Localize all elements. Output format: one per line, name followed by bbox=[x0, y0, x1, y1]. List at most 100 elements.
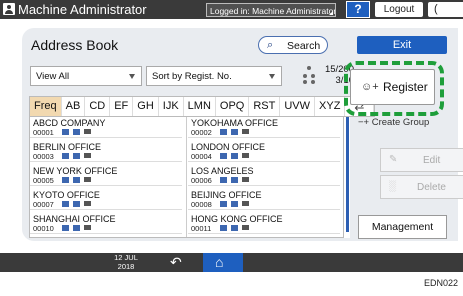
login-status[interactable]: Logged in: Machine Administrator bbox=[206, 3, 336, 17]
folder-icon bbox=[242, 129, 249, 134]
management-button[interactable]: Management bbox=[358, 215, 447, 239]
email-icon bbox=[231, 201, 238, 207]
email-icon bbox=[231, 225, 238, 231]
list-item[interactable]: BERLIN OFFICE 00003 bbox=[30, 141, 182, 162]
folder-icon bbox=[242, 225, 249, 230]
fax-icon bbox=[220, 225, 227, 231]
create-group-label: Create Group bbox=[371, 117, 430, 128]
time-text: 16:23 bbox=[116, 270, 136, 279]
home-button[interactable]: ⌂ bbox=[203, 253, 243, 272]
corner-icon bbox=[329, 11, 333, 15]
email-icon bbox=[231, 153, 238, 159]
search-button[interactable]: ⌕ Search bbox=[258, 36, 328, 54]
list-item[interactable]: KYOTO OFFICE 00007 bbox=[30, 189, 182, 210]
folder-icon bbox=[242, 153, 249, 158]
address-book-panel: Address Book ⌕ Search Exit View All Sort… bbox=[22, 28, 463, 241]
fax-icon bbox=[62, 129, 69, 135]
tab-xyz[interactable]: XYZ bbox=[315, 97, 346, 116]
delete-button[interactable]: ░ Delete bbox=[380, 175, 463, 199]
folder-icon bbox=[84, 177, 91, 182]
list-item[interactable]: ABCD COMPANY 00001 bbox=[30, 117, 182, 138]
tab-ef[interactable]: EF bbox=[110, 97, 134, 116]
tab-freq[interactable]: Freq bbox=[30, 97, 62, 116]
login-status-text: Logged in: Machine Administrator bbox=[210, 6, 336, 16]
index-tabs: Freq AB CD EF GH IJK LMN OPQ RST UVW XYZ… bbox=[29, 96, 376, 117]
add-group-icon: −+ bbox=[358, 117, 372, 128]
folder-icon bbox=[84, 129, 91, 134]
top-bar: Machine Administrator Logged in: Machine… bbox=[0, 0, 463, 19]
list-item[interactable]: YOKOHAMA OFFICE 00002 bbox=[188, 117, 340, 138]
list-item[interactable]: SHANGHAI OFFICE 00010 bbox=[30, 213, 182, 234]
tab-cd[interactable]: CD bbox=[85, 97, 111, 116]
folder-icon bbox=[242, 201, 249, 206]
folder-icon bbox=[84, 153, 91, 158]
tab-lmn[interactable]: LMN bbox=[184, 97, 216, 116]
entry-number: 00006 bbox=[191, 176, 212, 185]
fax-icon bbox=[62, 177, 69, 183]
email-icon bbox=[73, 177, 80, 183]
date-time: 12 JUL 2018 16:23 bbox=[110, 253, 142, 280]
chevron-down-icon bbox=[129, 74, 135, 79]
entry-name: ABCD COMPANY bbox=[33, 118, 106, 128]
create-group-button[interactable]: −+ Create Group bbox=[358, 117, 429, 128]
entry-number: 00002 bbox=[191, 128, 212, 137]
entry-number: 00003 bbox=[33, 152, 54, 161]
fax-icon bbox=[220, 129, 227, 135]
sort-dropdown[interactable]: Sort by Regist. No. bbox=[146, 66, 282, 86]
entry-name: YOKOHAMA OFFICE bbox=[191, 118, 279, 128]
edit-label: Edit bbox=[423, 155, 441, 166]
fax-icon bbox=[220, 201, 227, 207]
view-filter-dropdown[interactable]: View All bbox=[30, 66, 142, 86]
search-label: Search bbox=[287, 40, 321, 52]
scrollbar-thumb[interactable] bbox=[346, 117, 349, 232]
home-icon: ⌂ bbox=[215, 254, 224, 270]
tab-opq[interactable]: OPQ bbox=[216, 97, 250, 116]
entry-name: LONDON OFFICE bbox=[191, 142, 266, 152]
date-text: 12 JUL 2018 bbox=[114, 253, 138, 271]
entry-name: KYOTO OFFICE bbox=[33, 190, 100, 200]
help-button[interactable]: ? bbox=[346, 1, 370, 18]
tab-ab[interactable]: AB bbox=[62, 97, 86, 116]
chevron-down-icon bbox=[269, 74, 275, 79]
exit-button[interactable]: Exit bbox=[357, 36, 447, 54]
entry-number: 00010 bbox=[33, 224, 54, 233]
delete-label: Delete bbox=[417, 182, 446, 193]
edit-button[interactable]: ✎ Edit bbox=[380, 148, 463, 172]
logout-button[interactable]: Logout bbox=[375, 2, 423, 17]
list-item[interactable]: LOS ANGELES 00006 bbox=[188, 165, 340, 186]
entry-name: HONG KONG OFFICE bbox=[191, 214, 283, 224]
folder-icon bbox=[84, 201, 91, 206]
figure-code: EDN022 bbox=[424, 278, 459, 288]
list-item[interactable]: HONG KONG OFFICE 00011 bbox=[188, 213, 340, 234]
energy-saver-button[interactable]: ( bbox=[428, 2, 463, 17]
people-icon bbox=[301, 64, 317, 86]
tab-gh[interactable]: GH bbox=[133, 97, 159, 116]
tab-ijk[interactable]: IJK bbox=[159, 97, 184, 116]
entry-name: NEW YORK OFFICE bbox=[33, 166, 118, 176]
fax-icon bbox=[220, 177, 227, 183]
highlight-callout bbox=[344, 61, 444, 116]
entry-number: 00008 bbox=[191, 200, 212, 209]
list-item[interactable]: NEW YORK OFFICE 00005 bbox=[30, 165, 182, 186]
entry-name: BERLIN OFFICE bbox=[33, 142, 102, 152]
entry-name: LOS ANGELES bbox=[191, 166, 254, 176]
entry-number: 00011 bbox=[191, 224, 212, 233]
email-icon bbox=[73, 201, 80, 207]
list-item[interactable]: BEIJING OFFICE 00008 bbox=[188, 189, 340, 210]
folder-icon bbox=[84, 225, 91, 230]
back-icon[interactable]: ↶ bbox=[170, 254, 182, 271]
bottom-bar: 12 JUL 2018 16:23 ↶ ⌂ bbox=[0, 253, 463, 279]
list-item[interactable]: LONDON OFFICE 00004 bbox=[188, 141, 340, 162]
entry-name: BEIJING OFFICE bbox=[191, 190, 262, 200]
folder-icon bbox=[242, 177, 249, 182]
fax-icon bbox=[62, 153, 69, 159]
email-icon bbox=[73, 153, 80, 159]
entry-number: 00004 bbox=[191, 152, 212, 161]
entry-number: 00001 bbox=[33, 128, 54, 137]
trash-icon: ░ bbox=[389, 181, 397, 192]
tab-uvw[interactable]: UVW bbox=[280, 97, 316, 116]
tab-rst[interactable]: RST bbox=[249, 97, 281, 116]
fax-icon bbox=[62, 201, 69, 207]
fax-icon bbox=[62, 225, 69, 231]
entry-number: 00007 bbox=[33, 200, 54, 209]
